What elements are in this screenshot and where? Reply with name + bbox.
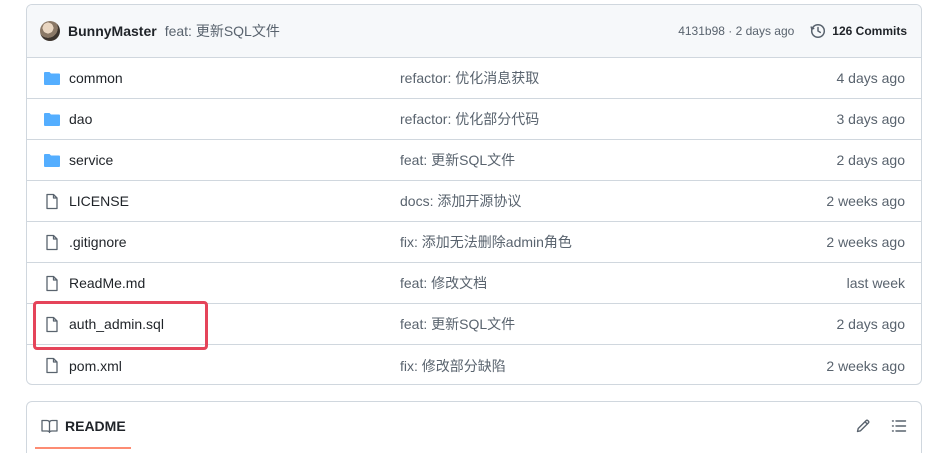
file-name[interactable]: service bbox=[69, 152, 113, 168]
avatar[interactable] bbox=[40, 21, 60, 41]
file-name[interactable]: .gitignore bbox=[69, 234, 127, 250]
file-icon bbox=[46, 357, 58, 374]
commits-history-link[interactable]: 126 Commits bbox=[810, 23, 907, 39]
pencil-icon[interactable] bbox=[855, 418, 871, 434]
latest-commit-bar: BunnyMaster feat: 更新SQL文件 4131b98 · 2 da… bbox=[27, 5, 921, 58]
file-name[interactable]: common bbox=[69, 70, 123, 86]
folder-icon bbox=[44, 113, 60, 126]
file-commit-age: 3 days ago bbox=[836, 111, 906, 127]
active-tab-underline bbox=[35, 447, 131, 449]
list-outline-icon[interactable] bbox=[891, 418, 907, 434]
file-commit-message[interactable]: feat: 更新SQL文件 bbox=[400, 150, 515, 170]
commits-count: 126 Commits bbox=[832, 24, 907, 38]
readme-actions bbox=[855, 418, 907, 434]
folder-icon bbox=[44, 72, 60, 85]
file-row[interactable]: dao refactor: 优化部分代码 3 days ago bbox=[27, 99, 921, 140]
file-name[interactable]: LICENSE bbox=[69, 193, 129, 209]
file-browser: BunnyMaster feat: 更新SQL文件 4131b98 · 2 da… bbox=[26, 4, 922, 385]
file-commit-age: 4 days ago bbox=[836, 70, 906, 86]
file-commit-message[interactable]: feat: 更新SQL文件 bbox=[400, 314, 515, 334]
file-commit-message[interactable]: fix: 修改部分缺陷 bbox=[400, 356, 506, 376]
file-commit-message[interactable]: docs: 添加开源协议 bbox=[400, 191, 521, 211]
file-icon bbox=[46, 234, 58, 251]
file-row[interactable]: pom.xml fix: 修改部分缺陷 2 weeks ago bbox=[27, 345, 921, 384]
file-commit-age: 2 weeks ago bbox=[826, 193, 905, 209]
file-row[interactable]: ReadMe.md feat: 修改文档 last week bbox=[27, 263, 921, 304]
commit-author[interactable]: BunnyMaster bbox=[68, 23, 157, 39]
file-icon bbox=[46, 275, 58, 292]
file-row[interactable]: LICENSE docs: 添加开源协议 2 weeks ago bbox=[27, 181, 921, 222]
readme-tab-label: README bbox=[65, 418, 126, 434]
file-row[interactable]: .gitignore fix: 添加无法删除admin角色 2 weeks ag… bbox=[27, 222, 921, 263]
commit-message[interactable]: feat: 更新SQL文件 bbox=[165, 21, 280, 41]
file-icon bbox=[46, 316, 58, 333]
file-row[interactable]: auth_admin.sql feat: 更新SQL文件 2 days ago bbox=[27, 304, 921, 345]
file-row[interactable]: common refactor: 优化消息获取 4 days ago bbox=[27, 58, 921, 99]
file-commit-message[interactable]: feat: 修改文档 bbox=[400, 273, 487, 293]
file-name[interactable]: ReadMe.md bbox=[69, 275, 145, 291]
file-commit-age: 2 weeks ago bbox=[826, 357, 905, 374]
file-name[interactable]: pom.xml bbox=[69, 358, 122, 374]
file-commit-age: 2 weeks ago bbox=[826, 234, 905, 250]
file-row[interactable]: service feat: 更新SQL文件 2 days ago bbox=[27, 140, 921, 181]
history-icon bbox=[810, 23, 826, 39]
file-commit-age: last week bbox=[846, 275, 905, 291]
file-commit-age: 2 days ago bbox=[836, 316, 906, 332]
folder-icon bbox=[44, 154, 60, 167]
file-icon bbox=[46, 193, 58, 210]
readme-panel: README bbox=[26, 401, 922, 453]
file-commit-message[interactable]: fix: 添加无法删除admin角色 bbox=[400, 232, 572, 252]
file-name[interactable]: auth_admin.sql bbox=[69, 316, 164, 332]
commit-meta[interactable]: 4131b98 · 2 days ago bbox=[678, 24, 794, 38]
tab-readme[interactable]: README bbox=[41, 418, 126, 434]
file-name[interactable]: dao bbox=[69, 111, 92, 127]
file-commit-message[interactable]: refactor: 优化消息获取 bbox=[400, 68, 539, 88]
book-icon bbox=[41, 419, 58, 433]
file-commit-message[interactable]: refactor: 优化部分代码 bbox=[400, 109, 539, 129]
file-commit-age: 2 days ago bbox=[836, 152, 906, 168]
